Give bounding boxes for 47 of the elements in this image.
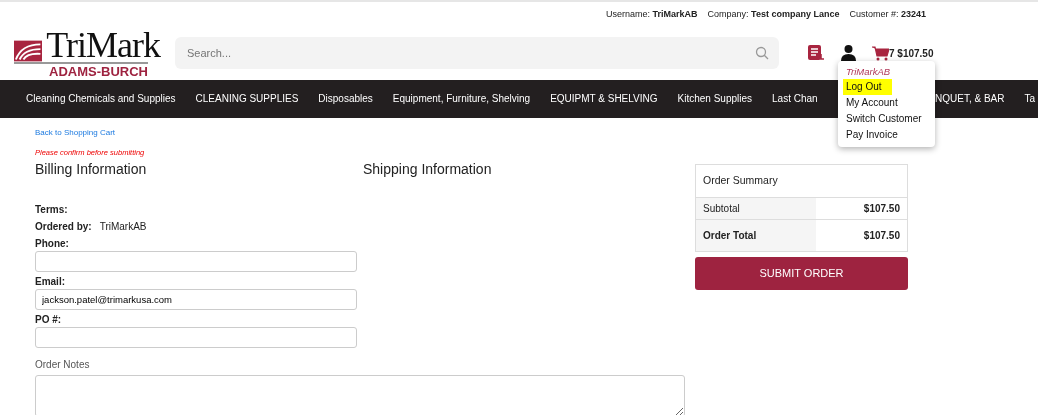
nav-link[interactable]: Cleaning Chemicals and Supplies bbox=[26, 80, 176, 118]
search-field[interactable]: Search... bbox=[175, 37, 779, 69]
summary-title: Order Summary bbox=[702, 173, 779, 188]
nav-link[interactable]: Last Chan bbox=[772, 80, 818, 118]
input-field[interactable] bbox=[35, 251, 357, 272]
user-info-text: Company: Test company Lance bbox=[707, 7, 840, 21]
nav-link[interactable]: Equipment, Furniture, Shelving bbox=[392, 80, 531, 118]
logo-swoosh-icon bbox=[14, 39, 43, 62]
menu-item[interactable]: Switch Customer bbox=[843, 111, 925, 128]
logo-subtitle: ADAMS-BURCH bbox=[14, 61, 148, 79]
field-value: TriMarkAB bbox=[99, 220, 147, 234]
user-icon[interactable] bbox=[841, 45, 856, 61]
input-field[interactable] bbox=[35, 327, 357, 348]
cart-icon[interactable] bbox=[872, 45, 889, 61]
cart-button[interactable]: 7 $107.50 bbox=[872, 45, 934, 61]
section-title: Billing Information bbox=[35, 160, 148, 179]
logo-text: TriMark bbox=[46, 27, 160, 62]
nav-link[interactable]: EQUIPMT & SHELVING bbox=[550, 80, 658, 118]
search-input[interactable]: Search... bbox=[185, 43, 755, 63]
nav-link[interactable]: Kitchen Supplies bbox=[677, 80, 753, 118]
summary-value: $107.50 bbox=[862, 228, 901, 243]
field-label: PO #: bbox=[35, 313, 63, 327]
back-link[interactable]: Back to Shopping Cart bbox=[35, 127, 116, 139]
search-icon[interactable] bbox=[755, 46, 769, 60]
field-label: Terms: bbox=[35, 203, 69, 217]
field-label: Email: bbox=[35, 275, 66, 289]
nav-link[interactable]: NQUET, & BAR bbox=[935, 80, 1005, 118]
nav-link[interactable]: Disposables bbox=[318, 80, 373, 118]
summary-label: Subtotal bbox=[696, 197, 816, 219]
summary-value: $107.50 bbox=[862, 201, 901, 216]
summary-label: Order Total bbox=[696, 219, 816, 251]
nav-link[interactable]: Ta bbox=[1024, 80, 1036, 118]
input-field[interactable]: jackson.patel@trimarkusa.com bbox=[35, 289, 357, 310]
nav-link[interactable]: CLEANING SUPPLIES bbox=[195, 80, 299, 118]
menu-item[interactable]: My Account bbox=[843, 95, 901, 112]
user-info-text: Username: TriMarkAB bbox=[606, 7, 698, 21]
field-label: Order Notes bbox=[35, 358, 90, 372]
notes-field[interactable] bbox=[35, 375, 685, 415]
menu-header: TriMarkAB bbox=[846, 65, 892, 79]
menu-item[interactable]: Log Out bbox=[843, 79, 892, 96]
field-label: Ordered by: bbox=[35, 220, 92, 234]
submit-button[interactable]: SUBMIT ORDER bbox=[695, 256, 908, 290]
section-title: Shipping Information bbox=[363, 160, 493, 179]
field-label: Phone: bbox=[35, 237, 70, 251]
menu-item[interactable]: Pay Invoice bbox=[843, 127, 901, 144]
order-list-icon[interactable] bbox=[808, 45, 825, 61]
user-info-text: Customer #: 23241 bbox=[849, 7, 926, 21]
